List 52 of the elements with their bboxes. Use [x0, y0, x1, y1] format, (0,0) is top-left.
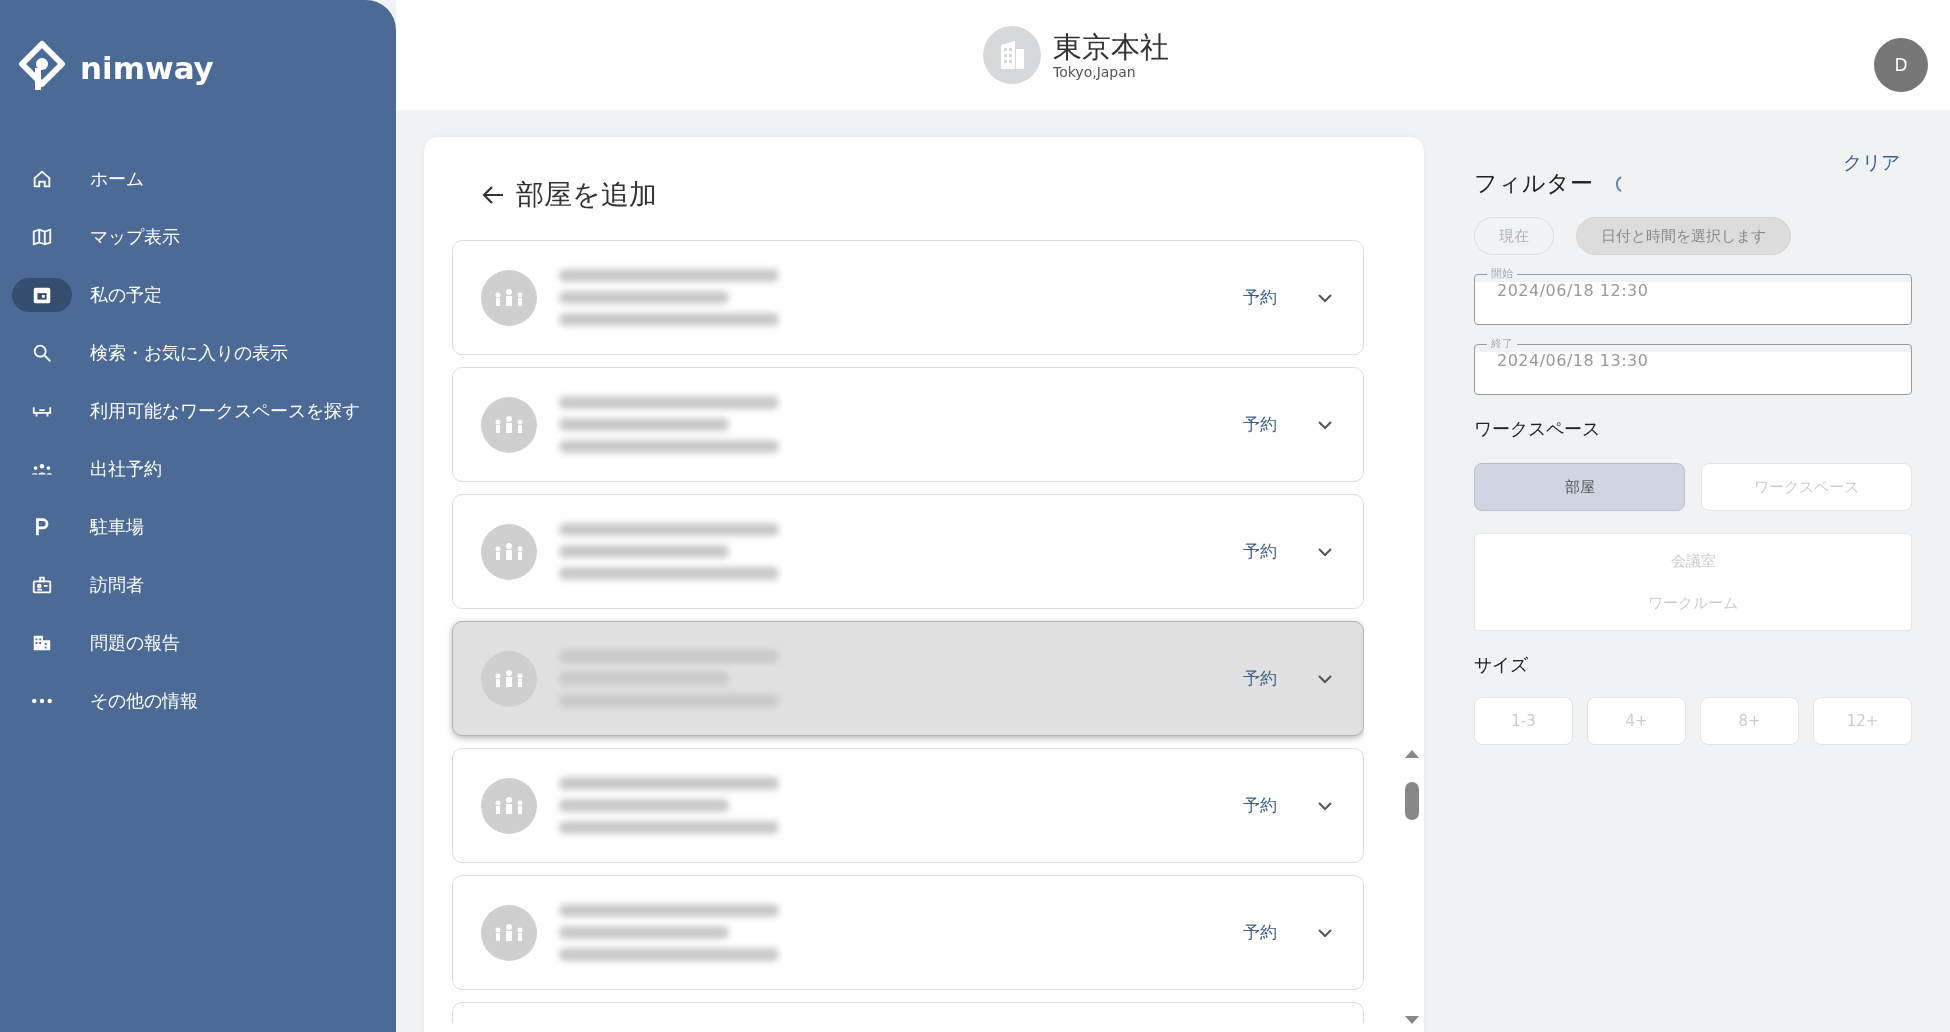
- chevron-down-icon[interactable]: [1317, 800, 1333, 811]
- chevron-down-icon[interactable]: [1317, 546, 1333, 557]
- badge-icon: [31, 574, 53, 596]
- home-icon: [31, 168, 53, 190]
- room-card[interactable]: 予約: [452, 240, 1364, 355]
- sidebar-item[interactable]: 訪問者: [0, 556, 396, 614]
- office-name: 東京本社: [1053, 30, 1169, 64]
- scroll-up-icon[interactable]: [1405, 750, 1419, 758]
- clear-link[interactable]: クリア: [1843, 150, 1900, 176]
- filter-title: フィルター: [1474, 169, 1593, 198]
- sidebar-item[interactable]: 利用可能なワークスペースを探す: [0, 382, 396, 440]
- sidebar-item[interactable]: その他の情報: [0, 672, 396, 730]
- reserve-button[interactable]: 予約: [1237, 536, 1283, 567]
- reserve-button[interactable]: 予約: [1237, 790, 1283, 821]
- more-icon: [31, 697, 53, 705]
- sidebar-item[interactable]: 問題の報告: [0, 614, 396, 672]
- reserve-button[interactable]: 予約: [1237, 282, 1283, 313]
- sidebar-item[interactable]: マップ表示: [0, 208, 396, 266]
- map-icon: [31, 226, 53, 248]
- chevron-down-icon[interactable]: [1317, 927, 1333, 938]
- scrollbar-thumb[interactable]: [1405, 782, 1419, 820]
- page-title: 部屋を追加: [516, 177, 657, 213]
- scroll-down-icon[interactable]: [1405, 1016, 1419, 1024]
- size-heading: サイズ: [1474, 653, 1529, 677]
- back-arrow-icon[interactable]: [482, 185, 504, 205]
- search-icon: [31, 342, 53, 364]
- loading-spinner-icon: [1613, 174, 1623, 193]
- room-card[interactable]: 予約: [452, 494, 1364, 609]
- brand-name: nimway: [80, 50, 214, 86]
- chevron-down-icon[interactable]: [1317, 419, 1333, 430]
- sidebar-item[interactable]: ホーム: [0, 150, 396, 208]
- reserve-button[interactable]: 予約: [1237, 917, 1283, 948]
- sidebar-item[interactable]: 私の予定: [0, 266, 396, 324]
- room-card[interactable]: 予約: [452, 367, 1364, 482]
- reserve-button[interactable]: 予約: [1237, 409, 1283, 440]
- room-card[interactable]: 予約: [452, 875, 1364, 990]
- workspace-type-button[interactable]: 部屋: [1474, 463, 1685, 511]
- workspace-heading: ワークスペース: [1474, 417, 1601, 441]
- field-label: 開始: [1490, 267, 1514, 281]
- chevron-down-icon[interactable]: [1317, 292, 1333, 303]
- user-avatar[interactable]: D: [1874, 38, 1928, 92]
- field-label: 終了: [1490, 337, 1514, 351]
- room-card[interactable]: 予約: [452, 748, 1364, 863]
- room-card[interactable]: 予約: [452, 621, 1364, 736]
- sidebar-item[interactable]: 駐車場: [0, 498, 396, 556]
- start-field[interactable]: 開始 2024/06/18 12:30: [1474, 267, 1912, 325]
- end-field[interactable]: 終了 2024/06/18 13:30: [1474, 337, 1912, 395]
- reserve-button[interactable]: 予約: [1237, 663, 1283, 694]
- sidebar-item[interactable]: 検索・お気に入りの表示: [0, 324, 396, 382]
- office-location: Tokyo,Japan: [1053, 64, 1137, 80]
- chevron-down-icon[interactable]: [1317, 673, 1333, 684]
- sidebar-item[interactable]: 出社予約: [0, 440, 396, 498]
